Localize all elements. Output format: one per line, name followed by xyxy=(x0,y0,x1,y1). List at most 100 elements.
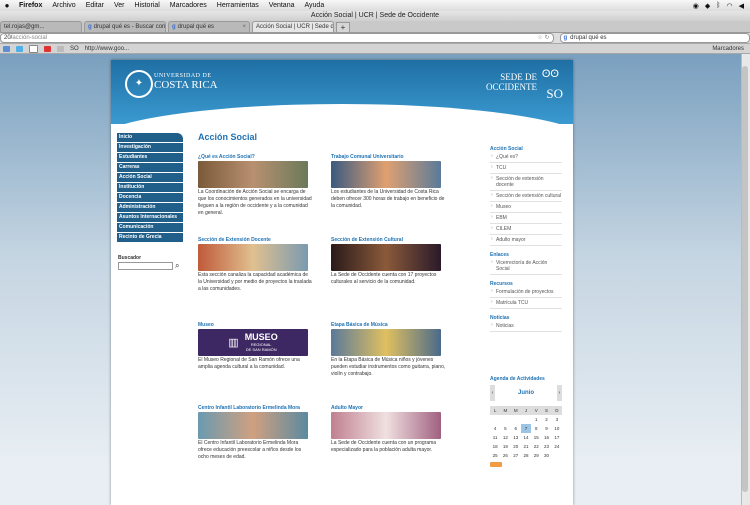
calendar-day[interactable]: 10 xyxy=(552,424,562,433)
menu-ayuda[interactable]: Ayuda xyxy=(299,2,329,9)
calendar-day[interactable]: 9 xyxy=(541,424,551,433)
card-image[interactable] xyxy=(331,329,441,356)
calendar-day[interactable]: 17 xyxy=(552,433,562,442)
calendar-day[interactable]: 8 xyxy=(531,424,541,433)
sidebar-item-formulacion[interactable]: Formulación de proyectos xyxy=(490,287,562,298)
nav-docencia[interactable]: Docencia xyxy=(117,193,183,203)
tab-google-search[interactable]: gdrupal qué es - Buscar con Goo...× xyxy=(84,21,166,32)
calendar-day[interactable]: 25 xyxy=(490,451,500,460)
new-tab-button[interactable]: + xyxy=(336,22,350,32)
nav-asuntos-internacionales[interactable]: Asuntos Internacionales xyxy=(117,213,183,223)
menu-ventana[interactable]: Ventana xyxy=(264,2,300,9)
sede-logo[interactable]: SEDE DE OCCIDENTE xyxy=(486,72,537,92)
bookmark-icon[interactable] xyxy=(57,45,64,52)
sidebar-item-extension-cultural[interactable]: Sección de extensión cultural xyxy=(490,191,562,202)
calendar-day[interactable]: 2 xyxy=(541,415,551,424)
menu-firefox[interactable]: Firefox xyxy=(14,2,47,9)
card-title[interactable]: Museo xyxy=(198,322,313,328)
card-title[interactable]: ¿Qué es Acción Social? xyxy=(198,154,313,160)
calendar-day[interactable]: 29 xyxy=(531,451,541,460)
calendar-day[interactable]: 15 xyxy=(531,433,541,442)
card-title[interactable]: Sección de Extensión Docente xyxy=(198,237,313,243)
bookmark-google[interactable]: http://www.goo... xyxy=(85,46,129,52)
sidebar-item-extension-docente[interactable]: Sección de extensión docente xyxy=(490,174,562,191)
nav-institucion[interactable]: Institución xyxy=(117,183,183,193)
calendar-day[interactable]: 22 xyxy=(531,442,541,451)
wikipedia-icon[interactable] xyxy=(29,44,38,53)
eye-icon[interactable]: ◉ xyxy=(693,2,699,10)
menu-marcadores[interactable]: Marcadores xyxy=(165,2,212,9)
calendar-day[interactable]: 20 xyxy=(511,442,521,451)
calendar-day[interactable]: 26 xyxy=(500,451,510,460)
calendar-day[interactable]: 5 xyxy=(500,424,510,433)
card-title[interactable]: Centro Infantil Laboratorio Ermelinda Mo… xyxy=(198,405,313,411)
bookmarks-menu[interactable]: Marcadores xyxy=(712,46,750,52)
sidebar-item-museo[interactable]: Museo xyxy=(490,202,562,213)
card-image[interactable] xyxy=(331,244,441,271)
nav-comunicacion[interactable]: Comunicación xyxy=(117,223,183,233)
nav-administracion[interactable]: Administración xyxy=(117,203,183,213)
bookmark-icon[interactable] xyxy=(3,45,10,52)
card-image[interactable] xyxy=(198,244,308,271)
card-title[interactable]: Trabajo Comunal Universitario xyxy=(331,154,446,160)
calendar-day[interactable]: 12 xyxy=(500,433,510,442)
card-title[interactable]: Etapa Básica de Música xyxy=(331,322,446,328)
tab-drupal[interactable]: g drupal qué es × xyxy=(168,21,250,32)
calendar-day[interactable]: 30 xyxy=(541,451,551,460)
search-icon[interactable]: ⌕ xyxy=(175,261,179,271)
calendar-day[interactable]: 3 xyxy=(552,415,562,424)
chevron-right-icon[interactable]: › xyxy=(557,385,562,401)
menu-historial[interactable]: Historial xyxy=(130,2,165,9)
ucr-seal-icon[interactable]: ✦ xyxy=(125,70,153,98)
calendar-day[interactable]: 16 xyxy=(541,433,551,442)
calendar-more-badge[interactable] xyxy=(490,462,502,467)
nav-estudiantes[interactable]: Estudiantes xyxy=(117,153,183,163)
ucr-logo[interactable]: UNIVERSIDAD DE COSTA RICA xyxy=(154,73,218,91)
close-icon[interactable]: × xyxy=(242,22,246,32)
sidebar-item-noticias[interactable]: Noticias xyxy=(490,321,562,332)
chevron-left-icon[interactable]: ‹ xyxy=(490,385,495,401)
calendar-day[interactable]: 18 xyxy=(490,442,500,451)
calendar-day[interactable]: 28 xyxy=(521,451,531,460)
menu-ver[interactable]: Ver xyxy=(109,2,130,9)
wifi-icon[interactable]: ◠ xyxy=(727,2,733,10)
tab-gmail[interactable]: tel.rojas@gm... xyxy=(0,21,82,32)
nav-accion-social[interactable]: Acción Social xyxy=(117,173,183,183)
nav-investigacion[interactable]: Investigación xyxy=(117,143,183,153)
scrollbar-thumb[interactable] xyxy=(742,66,748,492)
calendar-day[interactable]: 14 xyxy=(521,433,531,442)
calendar-day[interactable]: 7 xyxy=(520,424,532,433)
nav-recinto-grecia[interactable]: Recinto de Grecia xyxy=(117,233,183,243)
calendar-day[interactable]: 23 xyxy=(541,442,551,451)
dropbox-icon[interactable]: ◆ xyxy=(705,2,710,10)
tab-accion-social[interactable]: Acción Social | UCR | Sede de O...× xyxy=(252,21,334,32)
menu-editar[interactable]: Editar xyxy=(81,2,109,9)
sidebar-item-adulto-mayor[interactable]: Adulto mayor xyxy=(490,235,562,246)
bookmark-star-icon[interactable]: ☆ ↻ xyxy=(537,34,549,42)
bluetooth-icon[interactable]: ᛒ xyxy=(716,2,720,10)
menu-archivo[interactable]: Archivo xyxy=(47,2,80,9)
card-image[interactable] xyxy=(331,412,441,439)
calendar-day[interactable]: 27 xyxy=(511,451,521,460)
apple-icon[interactable]: ● xyxy=(0,1,14,10)
sidebar-item-tcu[interactable]: TCU xyxy=(490,163,562,174)
bookmark-so[interactable]: SO xyxy=(70,46,79,52)
sidebar-item-ebm[interactable]: EBM xyxy=(490,213,562,224)
calendar-day[interactable]: 24 xyxy=(552,442,562,451)
card-image[interactable] xyxy=(198,412,308,439)
card-image[interactable]: ▥ MUSEO REGIONAL DE SAN RAMÓN xyxy=(198,329,308,356)
volume-icon[interactable]: ◀ xyxy=(739,2,744,10)
calendar-day[interactable]: 11 xyxy=(490,433,500,442)
calendar-day[interactable]: 13 xyxy=(511,433,521,442)
card-title[interactable]: Adulto Mayor xyxy=(331,405,446,411)
bookmark-icon[interactable] xyxy=(44,45,51,52)
menu-herramientas[interactable]: Herramientas xyxy=(212,2,264,9)
search-bar[interactable]: g drupal qué es xyxy=(559,33,750,43)
nav-inicio[interactable]: Inicio xyxy=(117,133,183,143)
site-search-input[interactable] xyxy=(118,262,173,270)
url-bar[interactable]: 20/acción-social ☆ ↻ xyxy=(0,33,554,43)
calendar-day[interactable]: 19 xyxy=(500,442,510,451)
sidebar-item-vicerrectoria[interactable]: Vicerrectoría de Acción Social xyxy=(490,258,562,275)
card-image[interactable] xyxy=(331,161,441,188)
card-title[interactable]: Sección de Extensión Cultural xyxy=(331,237,446,243)
